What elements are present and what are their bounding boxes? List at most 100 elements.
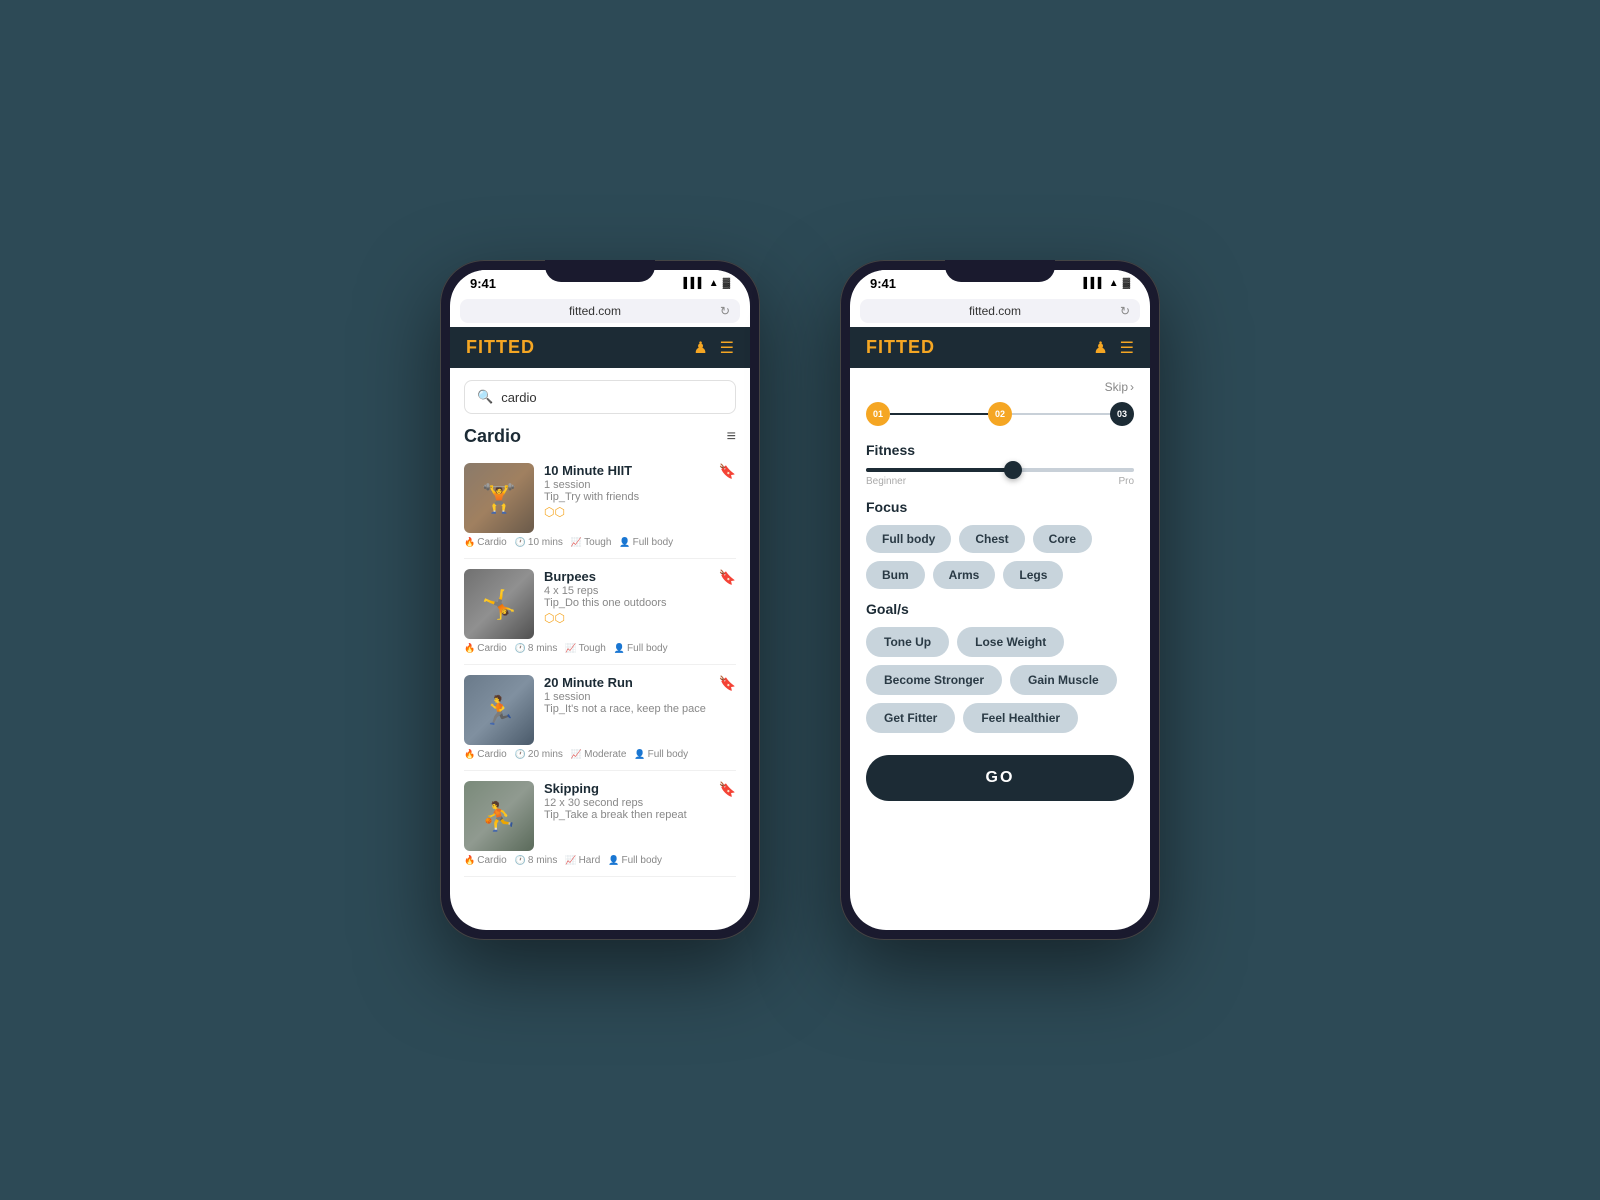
fitness-slider[interactable] [866,468,1134,472]
goals-section: Goal/s Tone Up Lose Weight Become Strong… [866,601,1134,733]
skip-label: Skip [1105,380,1128,394]
step-1-label: 01 [873,409,883,419]
workout-session-2: 4 x 15 reps [544,585,709,597]
workout-item-2[interactable]: 🤸 Burpees 4 x 15 reps Tip_Do this one ou… [464,559,736,665]
menu-icon-2[interactable]: ☰ [1120,338,1134,358]
chip-stronger[interactable]: Become Stronger [866,665,1002,695]
workout-item-1[interactable]: 🏋 10 Minute HIIT 1 session Tip_Try with … [464,453,736,559]
workout-person-2: 🤸 [464,569,534,639]
tag-time-3: 🕐 20 mins [515,749,563,760]
workout-title-1: 10 Minute HIIT [544,463,709,478]
progress-steps: 01 02 03 [866,402,1134,426]
tag-body-4: 👤 Full body [608,855,662,866]
tag-cardio-3: 🔥 Cardio [464,749,507,760]
workout-tip-3: Tip_It's not a race, keep the pace [544,703,709,715]
focus-label: Focus [866,499,1134,515]
go-button[interactable]: GO [866,755,1134,801]
status-icons-1: ▌▌▌ ▲ ▓ [684,278,730,289]
app-logo-1: FITTED [466,337,535,358]
workout-img-2: 🤸 [464,569,534,639]
bookmark-1[interactable]: 🔖 [719,463,736,480]
user-icon-2[interactable]: ♟ [1093,338,1107,358]
battery-icon-2: ▓ [1123,278,1130,289]
wifi-icon: ▲ [709,278,719,289]
workout-tip-1: Tip_Try with friends [544,491,709,503]
url-text-1: fitted.com [470,304,720,318]
tag-level-1: 📈 Tough [571,537,611,548]
chip-loseweight[interactable]: Lose Weight [957,627,1064,657]
workout-item-4[interactable]: ⛹ Skipping 12 x 30 second reps Tip_Take … [464,771,736,877]
list-header: Cardio ≡ [450,422,750,453]
chip-bum[interactable]: Bum [866,561,925,589]
slider-thumb[interactable] [1004,461,1022,479]
step-1: 01 [866,402,890,426]
workout-img-1: 🏋 [464,463,534,533]
search-value: cardio [501,390,536,405]
workout-info-1: 10 Minute HIIT 1 session Tip_Try with fr… [544,463,709,519]
wifi-icon-2: ▲ [1109,278,1119,289]
setup-content: Skip › 01 02 03 Fitness [850,368,1150,930]
tag-cardio-1: 🔥 Cardio [464,537,507,548]
url-text-2: fitted.com [870,304,1120,318]
url-bar-1[interactable]: fitted.com ↻ [460,299,740,323]
app-header-2: FITTED ♟ ☰ [850,327,1150,368]
workout-dumbbell-2: ⬡⬡ [544,611,709,625]
workout-img-3: 🏃 [464,675,534,745]
tag-body-3: 👤 Full body [634,749,688,760]
bookmark-4[interactable]: 🔖 [719,781,736,798]
tag-cardio-2: 🔥 Cardio [464,643,507,654]
tag-time-2: 🕐 8 mins [515,643,558,654]
chip-legs[interactable]: Legs [1003,561,1063,589]
workout-tags-3: 🔥 Cardio 🕐 20 mins 📈 Moderate 👤 Full bod… [464,749,736,760]
slider-track [866,468,1134,472]
menu-icon-1[interactable]: ☰ [720,338,734,358]
workout-session-1: 1 session [544,479,709,491]
tag-time-4: 🕐 8 mins [515,855,558,866]
refresh-icon-1[interactable]: ↻ [720,304,730,318]
tag-body-2: 👤 Full body [614,643,668,654]
workout-info-3: 20 Minute Run 1 session Tip_It's not a r… [544,675,709,715]
chip-getfitter[interactable]: Get Fitter [866,703,955,733]
time-1: 9:41 [470,276,496,291]
chip-toneup[interactable]: Tone Up [866,627,949,657]
signal-icon: ▌▌▌ [684,278,705,289]
phone-1-content: 🔍 cardio Cardio ≡ 🏋 10 [450,368,750,930]
phone-2: 9:41 ▌▌▌ ▲ ▓ fitted.com ↻ FITTED ♟ ☰ [840,260,1160,940]
chip-gainmuscle[interactable]: Gain Muscle [1010,665,1117,695]
app-logo-2: FITTED [866,337,935,358]
workout-title-4: Skipping [544,781,709,796]
chip-core[interactable]: Core [1033,525,1092,553]
step-3: 03 [1110,402,1134,426]
bookmark-3[interactable]: 🔖 [719,675,736,692]
status-icons-2: ▌▌▌ ▲ ▓ [1084,278,1130,289]
refresh-icon-2[interactable]: ↻ [1120,304,1130,318]
chip-fullbody[interactable]: Full body [866,525,951,553]
chevron-right-icon: › [1130,380,1134,394]
workout-dumbbell-1: ⬡⬡ [544,505,709,519]
search-icon: 🔍 [477,389,493,405]
search-bar[interactable]: 🔍 cardio [464,380,736,414]
chip-arms[interactable]: Arms [933,561,996,589]
header-icons-1: ♟ ☰ [693,338,734,358]
chip-feelhealthier[interactable]: Feel Healthier [963,703,1078,733]
workout-person-1: 🏋 [464,463,534,533]
fitness-label: Fitness [866,442,1134,458]
signal-icon-2: ▌▌▌ [1084,278,1105,289]
time-2: 9:41 [870,276,896,291]
chip-chest[interactable]: Chest [959,525,1024,553]
notch-1 [545,260,655,282]
tag-body-1: 👤 Full body [619,537,673,548]
filter-icon[interactable]: ≡ [727,428,736,446]
step-2-label: 02 [995,409,1005,419]
bookmark-2[interactable]: 🔖 [719,569,736,586]
focus-chips: Full body Chest Core Bum Arms Legs [866,525,1134,589]
skip-button[interactable]: Skip › [1105,380,1134,394]
header-icons-2: ♟ ☰ [1093,338,1134,358]
workout-tags-1: 🔥 Cardio 🕐 10 mins 📈 Tough 👤 Full body [464,537,736,548]
notch-2 [945,260,1055,282]
url-bar-2[interactable]: fitted.com ↻ [860,299,1140,323]
workout-item-3[interactable]: 🏃 20 Minute Run 1 session Tip_It's not a… [464,665,736,771]
user-icon-1[interactable]: ♟ [693,338,707,358]
tag-level-4: 📈 Hard [565,855,600,866]
phone-1: 9:41 ▌▌▌ ▲ ▓ fitted.com ↻ FITTED ♟ ☰ [440,260,760,940]
